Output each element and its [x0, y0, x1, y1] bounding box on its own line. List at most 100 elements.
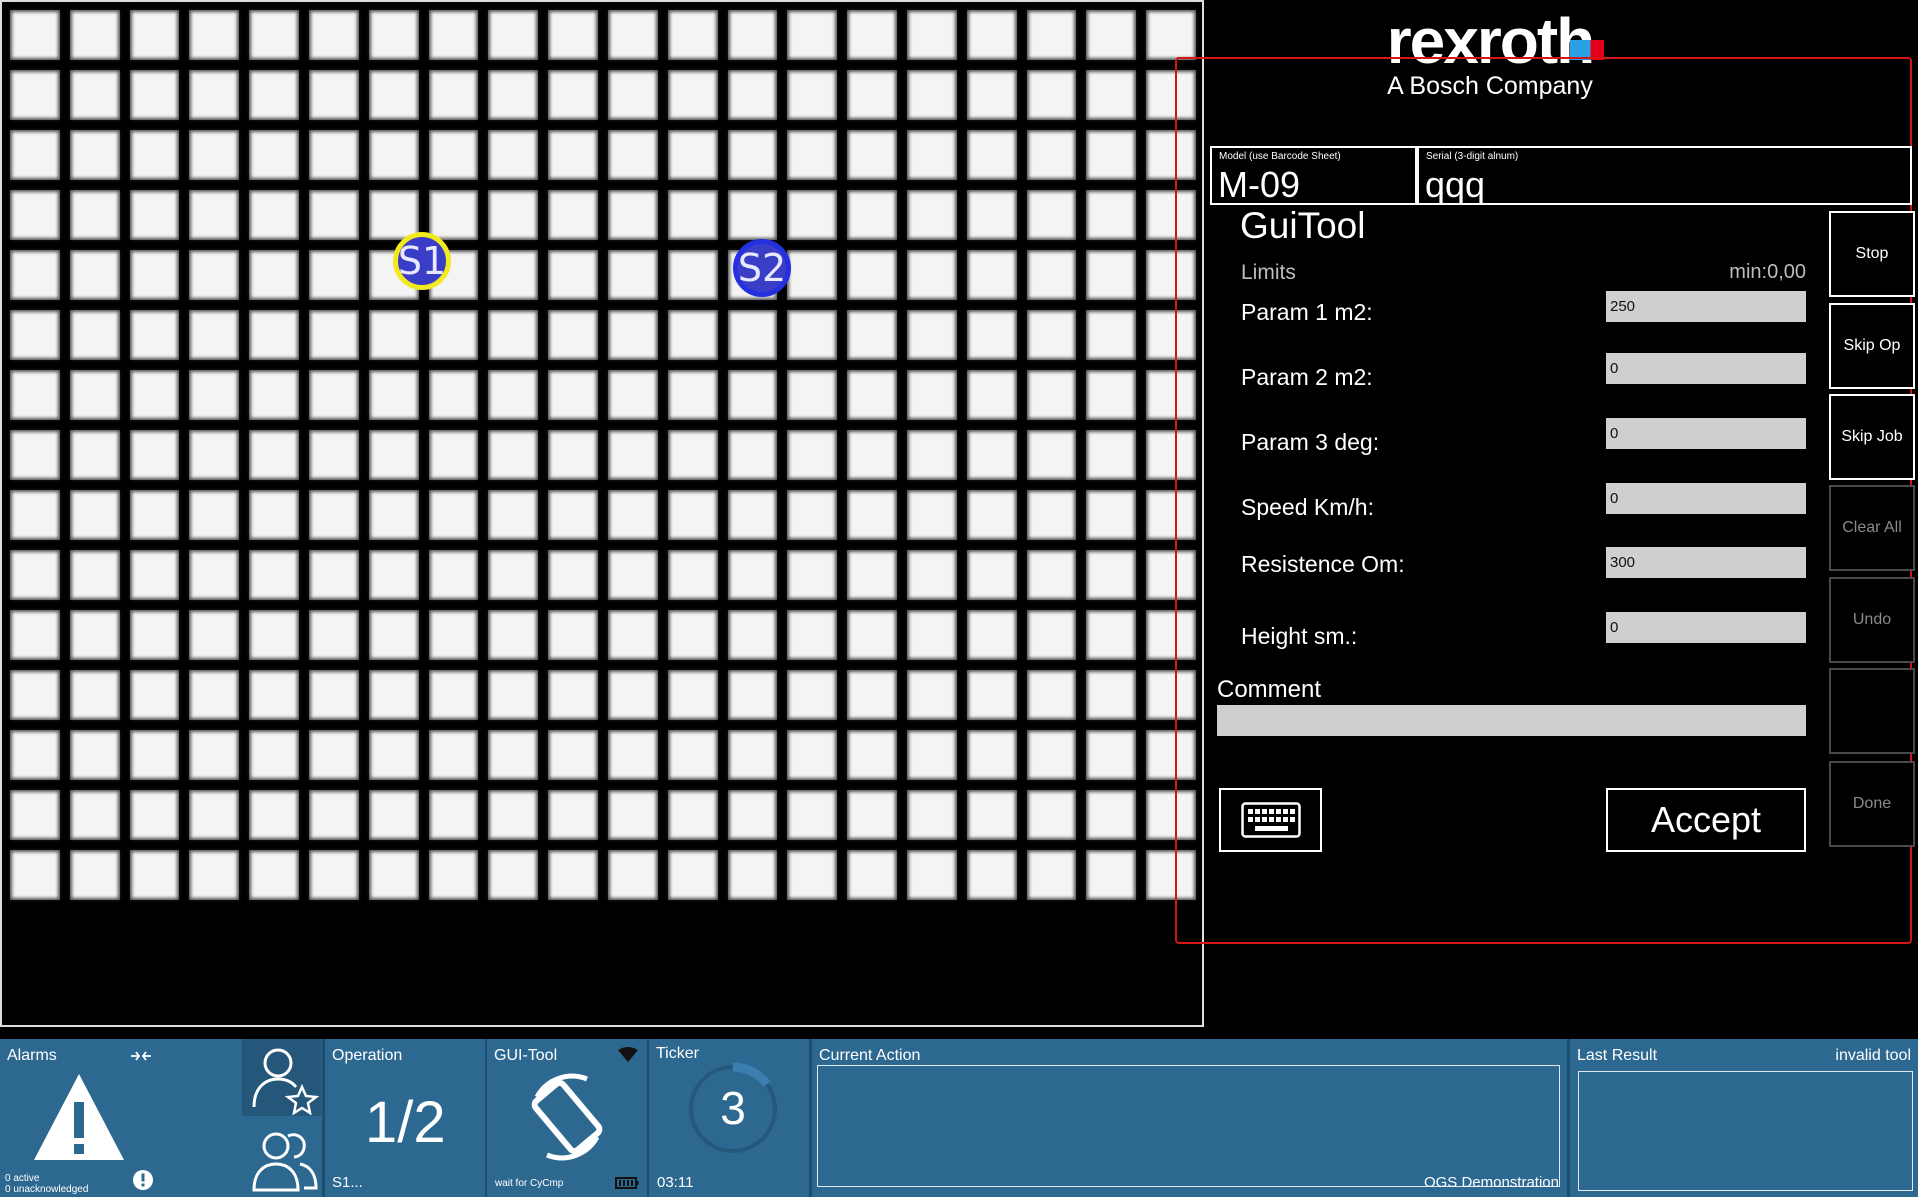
grid-cell[interactable] — [69, 370, 120, 420]
grid-cell[interactable] — [69, 670, 120, 720]
grid-cell[interactable] — [1146, 430, 1196, 480]
grid-cell[interactable] — [10, 70, 60, 120]
grid-cell[interactable] — [667, 790, 718, 840]
grid-cell[interactable] — [308, 190, 359, 240]
grid-cell[interactable] — [428, 190, 479, 240]
grid-cell[interactable] — [129, 250, 180, 300]
grid-cell[interactable] — [966, 790, 1017, 840]
grid-cell[interactable] — [10, 730, 60, 780]
grid-cell[interactable] — [1086, 430, 1137, 480]
grid-cell[interactable] — [428, 370, 479, 420]
grid-cell[interactable] — [548, 430, 598, 480]
grid-cell[interactable] — [1086, 250, 1137, 300]
height-input[interactable] — [1606, 612, 1806, 643]
grid-cell[interactable] — [189, 190, 240, 240]
grid-cell[interactable] — [1026, 730, 1077, 780]
grid-cell[interactable] — [906, 670, 957, 720]
grid-cell[interactable] — [428, 70, 479, 120]
grid-cell[interactable] — [69, 430, 120, 480]
grid-cell[interactable] — [428, 670, 479, 720]
grid-cell[interactable] — [368, 550, 419, 600]
grid-cell[interactable] — [727, 130, 778, 180]
grid-cell[interactable] — [607, 790, 658, 840]
grid-cell[interactable] — [129, 370, 180, 420]
grid-cell[interactable] — [10, 550, 60, 600]
grid-cell[interactable] — [847, 670, 897, 720]
grid-cell[interactable] — [368, 130, 419, 180]
grid-cell[interactable] — [428, 790, 479, 840]
grid-cell[interactable] — [428, 850, 479, 900]
grid-cell[interactable] — [906, 730, 957, 780]
empty-user-slot-1[interactable] — [160, 1039, 239, 1116]
grid-cell[interactable] — [1086, 70, 1137, 120]
grid-cell[interactable] — [308, 10, 359, 60]
grid-cell[interactable] — [548, 670, 598, 720]
grid-cell[interactable] — [847, 370, 897, 420]
grid-cell[interactable] — [906, 10, 957, 60]
grid-cell[interactable] — [189, 310, 240, 360]
grid-cell[interactable] — [966, 490, 1017, 540]
grid-cell[interactable] — [10, 310, 60, 360]
grid-cell[interactable] — [428, 310, 479, 360]
serial-field[interactable]: Serial (3-digit alnum) qqq — [1417, 146, 1912, 205]
grid-cell[interactable] — [69, 490, 120, 540]
grid-cell[interactable] — [727, 790, 778, 840]
param-2-input[interactable] — [1606, 353, 1806, 384]
grid-cell[interactable] — [1146, 370, 1196, 420]
grid-cell[interactable] — [727, 10, 778, 60]
grid-cell[interactable] — [249, 370, 299, 420]
operation-tile[interactable]: Operation 1/2 S1... — [325, 1039, 485, 1197]
grid-cell[interactable] — [787, 730, 838, 780]
grid-cell[interactable] — [69, 10, 120, 60]
grid-cell[interactable] — [787, 10, 838, 60]
grid-cell[interactable] — [667, 550, 718, 600]
grid-cell[interactable] — [548, 490, 598, 540]
grid-cell[interactable] — [847, 190, 897, 240]
grid-cell[interactable] — [906, 850, 957, 900]
grid-cell[interactable] — [1086, 490, 1137, 540]
grid-cell[interactable] — [1086, 130, 1137, 180]
grid-cell[interactable] — [189, 490, 240, 540]
grid-cell[interactable] — [69, 850, 120, 900]
grid-area[interactable] — [5, 5, 1201, 905]
grid-cell[interactable] — [189, 730, 240, 780]
grid-cell[interactable] — [249, 250, 299, 300]
grid-cell[interactable] — [308, 610, 359, 660]
grid-cell[interactable] — [129, 850, 180, 900]
done-button[interactable]: Done — [1829, 761, 1915, 847]
grid-cell[interactable] — [129, 10, 180, 60]
blank-button[interactable] — [1829, 668, 1915, 754]
grid-cell[interactable] — [787, 670, 838, 720]
grid-cell[interactable] — [129, 730, 180, 780]
grid-cell[interactable] — [548, 850, 598, 900]
grid-cell[interactable] — [607, 130, 658, 180]
grid-cell[interactable] — [607, 490, 658, 540]
grid-cell[interactable] — [308, 790, 359, 840]
grid-cell[interactable] — [308, 310, 359, 360]
grid-cell[interactable] — [10, 670, 60, 720]
grid-cell[interactable] — [667, 610, 718, 660]
grid-cell[interactable] — [249, 610, 299, 660]
grid-cell[interactable] — [249, 850, 299, 900]
grid-cell[interactable] — [906, 430, 957, 480]
grid-cell[interactable] — [189, 430, 240, 480]
param-1-input[interactable] — [1606, 291, 1806, 322]
grid-cell[interactable] — [847, 130, 897, 180]
grid-cell[interactable] — [847, 310, 897, 360]
grid-cell[interactable] — [1146, 790, 1196, 840]
grid-cell[interactable] — [1026, 130, 1077, 180]
grid-cell[interactable] — [189, 70, 240, 120]
grid-cell[interactable] — [249, 670, 299, 720]
grid-cell[interactable] — [308, 730, 359, 780]
grid-cell[interactable] — [906, 610, 957, 660]
grid-cell[interactable] — [1146, 730, 1196, 780]
collapse-arrows-icon[interactable] — [130, 1048, 152, 1064]
grid-cell[interactable] — [308, 850, 359, 900]
grid-cell[interactable] — [368, 190, 419, 240]
grid-cell[interactable] — [189, 250, 240, 300]
grid-cell[interactable] — [488, 790, 539, 840]
grid-cell[interactable] — [488, 850, 539, 900]
grid-cell[interactable] — [129, 70, 180, 120]
grid-cell[interactable] — [847, 490, 897, 540]
alarms-tile[interactable]: Alarms 0 active 0 unacknowledged — [0, 1039, 160, 1197]
